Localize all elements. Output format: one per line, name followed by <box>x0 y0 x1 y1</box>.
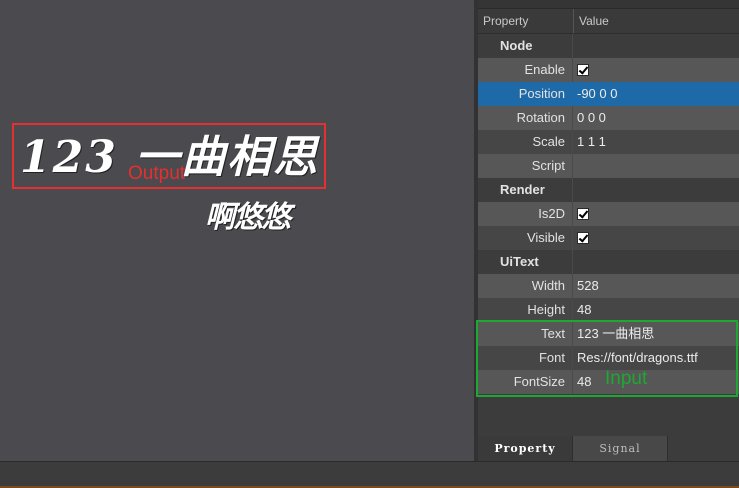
property-name-rotation: Rotation <box>478 106 573 130</box>
group-value-empty <box>573 178 739 202</box>
property-row-is2d[interactable]: Is2D <box>478 202 739 226</box>
property-name-width: Width <box>478 274 573 298</box>
property-row-enable[interactable]: Enable <box>478 58 739 82</box>
property-row-width[interactable]: Width 528 <box>478 274 739 298</box>
tab-signal[interactable]: Signal <box>573 436 668 461</box>
property-value-script[interactable] <box>573 154 739 178</box>
property-value-visible <box>573 226 739 250</box>
group-render[interactable]: Render <box>478 178 739 202</box>
property-value-enable <box>573 58 739 82</box>
property-name-script: Script <box>478 154 573 178</box>
property-value-rotation[interactable]: 0 0 0 <box>573 106 739 130</box>
header-property: Property <box>478 9 574 33</box>
header-value: Value <box>579 14 609 28</box>
property-name-position: Position <box>478 82 573 106</box>
property-name-visible: Visible <box>478 226 573 250</box>
tab-property[interactable]: Property <box>478 436 573 461</box>
property-value-position[interactable]: -90 0 0 <box>573 82 739 106</box>
rendered-text-line-2: 啊悠悠 <box>205 200 291 235</box>
property-name-is2d: Is2D <box>478 202 573 226</box>
panel-tab-bar: Property Signal <box>478 436 739 461</box>
property-row-scale[interactable]: Scale 1 1 1 <box>478 130 739 154</box>
input-annotation-label: Input <box>605 368 648 389</box>
property-row-position[interactable]: Position -90 0 0 <box>478 82 739 106</box>
enable-checkbox[interactable] <box>577 64 589 76</box>
property-value-width[interactable]: 528 <box>573 274 739 298</box>
visible-checkbox[interactable] <box>577 232 589 244</box>
property-value-height[interactable]: 48 <box>573 298 739 322</box>
property-name-enable: Enable <box>478 58 573 82</box>
status-bar <box>0 461 739 488</box>
group-value-empty <box>573 250 739 274</box>
property-row-rotation[interactable]: Rotation 0 0 0 <box>478 106 739 130</box>
property-name-height: Height <box>478 298 573 322</box>
group-node[interactable]: Node <box>478 34 739 58</box>
output-annotation-label: Output <box>128 163 186 184</box>
group-label-uitext: UiText <box>478 250 573 274</box>
property-name-scale: Scale <box>478 130 573 154</box>
property-table-header: Property Value <box>478 9 739 34</box>
panel-top-strip <box>478 0 739 9</box>
property-row-script[interactable]: Script <box>478 154 739 178</box>
group-label-node: Node <box>478 34 573 58</box>
property-value-scale[interactable]: 1 1 1 <box>573 130 739 154</box>
group-label-render: Render <box>478 178 573 202</box>
scene-viewport[interactable]: 123 一曲相思 啊悠悠 Output <box>0 0 474 461</box>
property-value-is2d <box>573 202 739 226</box>
group-uitext[interactable]: UiText <box>478 250 739 274</box>
group-value-empty <box>573 34 739 58</box>
is2d-checkbox[interactable] <box>577 208 589 220</box>
property-row-height[interactable]: Height 48 <box>478 298 739 322</box>
property-row-visible[interactable]: Visible <box>478 226 739 250</box>
